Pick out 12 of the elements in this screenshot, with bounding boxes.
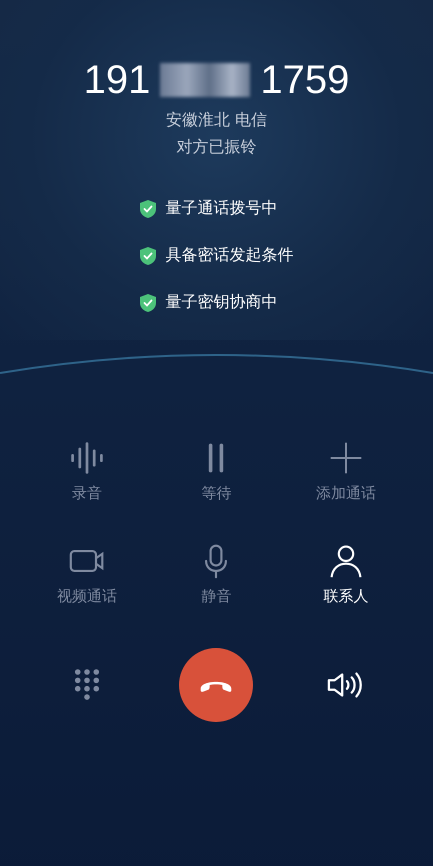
security-status-text: 量子密钥协商中 — [166, 292, 278, 313]
caller-location: 安徽淮北 电信 — [166, 110, 268, 131]
contacts-button[interactable]: 联系人 — [324, 543, 369, 606]
security-status-text: 具备密话发起条件 — [166, 245, 294, 266]
call-status: 对方已振铃 — [176, 137, 256, 158]
phone-number-prefix: 191 — [84, 57, 150, 104]
shield-check-icon — [140, 246, 156, 264]
keypad-icon — [74, 668, 100, 702]
shield-check-icon — [140, 200, 156, 218]
security-status-text: 量子通话拨号中 — [166, 198, 278, 219]
shield-check-icon — [140, 294, 156, 312]
phone-number-suffix: 1759 — [260, 57, 350, 104]
